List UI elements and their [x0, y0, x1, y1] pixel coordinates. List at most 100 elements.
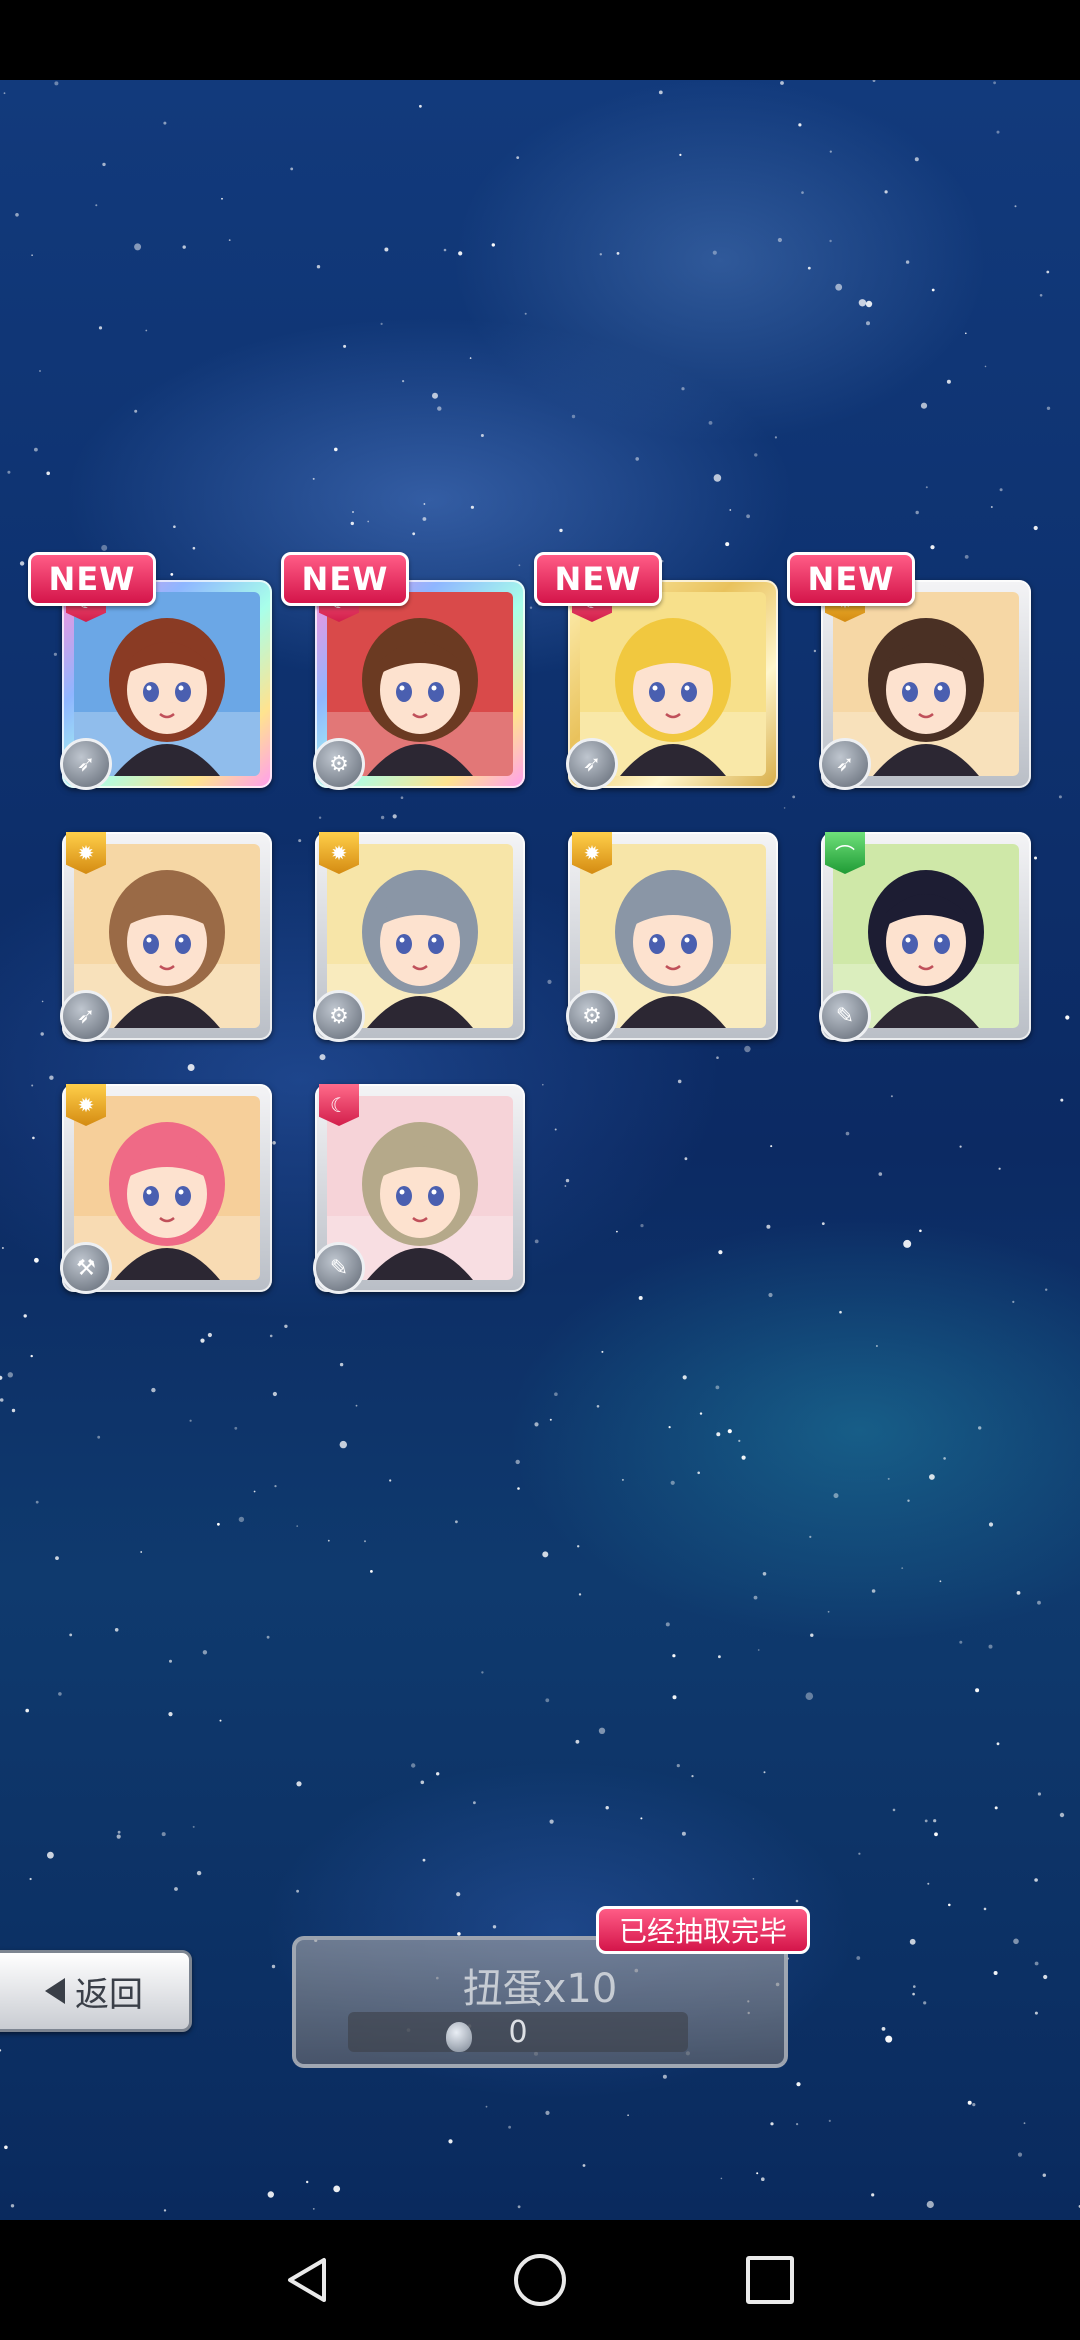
star	[480, 434, 484, 437]
star	[534, 1422, 539, 1427]
star	[752, 1878, 755, 1880]
star	[412, 532, 416, 536]
nav-home-icon[interactable]	[514, 2254, 566, 2306]
star	[34, 1257, 39, 1263]
star	[269, 1334, 273, 1338]
star	[901, 1567, 904, 1569]
back-button[interactable]: 返回	[0, 1950, 192, 2032]
star	[716, 1432, 721, 1437]
star	[946, 379, 951, 384]
star	[770, 1145, 773, 1148]
star	[984, 365, 987, 368]
star	[681, 1831, 686, 1836]
star	[470, 505, 474, 509]
star	[529, 606, 533, 609]
result-card[interactable]: ✹➶	[819, 580, 1031, 790]
star	[350, 521, 354, 526]
star	[58, 1692, 62, 1696]
result-card[interactable]: ✹➶	[60, 832, 272, 1042]
star	[920, 402, 928, 409]
star	[927, 1882, 930, 1885]
star	[343, 344, 347, 348]
star	[835, 283, 843, 291]
star	[1034, 856, 1037, 860]
star	[662, 2074, 667, 2079]
star	[456, 1892, 461, 1897]
star	[15, 213, 19, 217]
star	[140, 1551, 143, 1553]
star	[926, 2200, 934, 2209]
star	[881, 2027, 886, 2031]
star	[829, 150, 832, 153]
star	[792, 795, 796, 799]
star	[975, 1688, 980, 1693]
star	[312, 477, 315, 480]
star	[635, 457, 639, 461]
result-card[interactable]: ☾➶	[60, 580, 272, 790]
star	[577, 1545, 580, 1548]
result-card[interactable]: ✹ ⚙	[313, 832, 525, 1042]
star	[3, 92, 6, 95]
star	[805, 1692, 814, 1700]
star	[798, 123, 802, 127]
gacha-x10-button[interactable]: 扭蛋x10 0	[292, 1936, 788, 2068]
star	[1060, 1098, 1064, 1102]
star	[23, 1314, 27, 1318]
star	[1034, 1961, 1039, 1966]
star	[713, 474, 722, 482]
nav-recents-icon[interactable]	[746, 2256, 794, 2304]
star	[114, 1628, 119, 1632]
star	[682, 1375, 687, 1380]
star	[0, 1375, 3, 1380]
star	[334, 447, 338, 452]
result-card[interactable]: ✹ ⚒	[60, 1084, 272, 1294]
star	[996, 1742, 1000, 1746]
star	[39, 370, 41, 372]
star	[554, 1128, 557, 1131]
rocket-icon: ➶	[819, 738, 871, 790]
star	[1065, 1015, 1070, 1020]
star	[601, 1350, 604, 1353]
star	[163, 2209, 167, 2212]
star	[217, 1522, 220, 1526]
star	[545, 1698, 550, 1703]
star	[640, 1817, 643, 1820]
star	[41, 1000, 44, 1003]
star	[599, 253, 602, 256]
star	[200, 1338, 205, 1343]
star	[983, 1907, 987, 1911]
star	[339, 1440, 347, 1449]
result-card[interactable]: ☾ ✎	[313, 1084, 525, 1294]
star	[668, 1426, 671, 1429]
new-badge: NEW	[787, 552, 915, 606]
star	[55, 1556, 59, 1560]
result-card[interactable]: ✹ ⚙	[566, 832, 778, 1042]
result-card[interactable]: ☾⚙	[313, 580, 525, 790]
star	[54, 81, 59, 86]
star	[290, 167, 294, 171]
nav-back-icon[interactable]	[284, 2256, 328, 2304]
result-card[interactable]: ☾➶	[566, 580, 778, 790]
star	[913, 1985, 916, 1988]
star	[384, 247, 389, 252]
star	[485, 2105, 488, 2108]
star	[998, 1167, 1001, 1170]
star	[69, 1633, 73, 1637]
star	[672, 1654, 676, 1658]
star	[965, 332, 967, 335]
gacha-label: 扭蛋x10	[462, 1966, 618, 2012]
star	[919, 1229, 922, 1233]
star	[443, 248, 447, 252]
result-card[interactable]: ⌒ ✎	[819, 832, 1031, 1042]
star	[423, 503, 426, 505]
star	[1043, 1974, 1048, 1980]
star	[95, 204, 98, 207]
star	[616, 1230, 618, 1233]
star	[542, 1551, 549, 1558]
rocket-icon: ➶	[60, 738, 112, 790]
star	[681, 387, 685, 391]
star	[364, 1540, 366, 1543]
star	[1014, 205, 1017, 208]
star	[524, 312, 527, 315]
star	[352, 511, 354, 513]
